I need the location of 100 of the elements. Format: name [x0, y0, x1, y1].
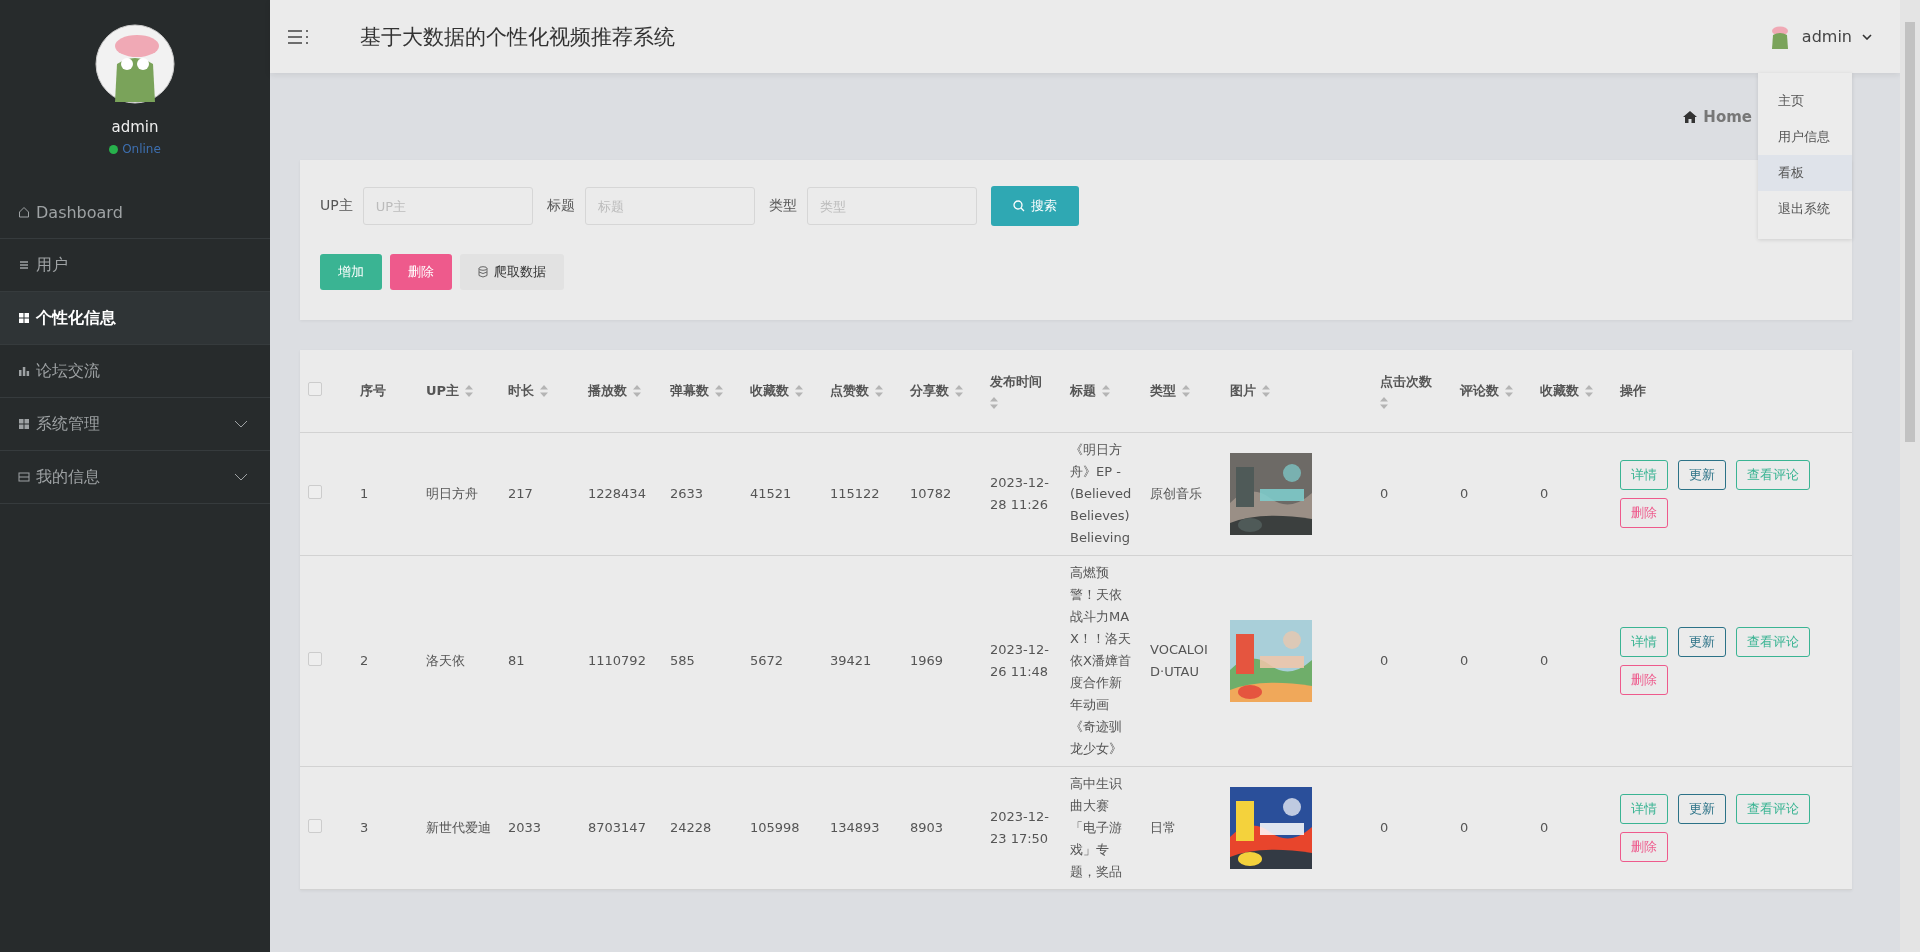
scrollbar[interactable]: [1900, 0, 1920, 952]
table-cell-text: VOCALOID·UTAU: [1150, 640, 1209, 681]
table-cell-text: 新世代爱迪: [426, 818, 492, 837]
user-menu-button[interactable]: admin: [1767, 24, 1872, 49]
table-cell-text: 日常: [1150, 818, 1177, 837]
action-button[interactable]: 更新: [1678, 793, 1726, 824]
column-header: 收藏数: [750, 381, 789, 400]
menu-item[interactable]: 用户信息: [1758, 119, 1852, 155]
column-header: 分享数: [910, 381, 949, 400]
table-cell-text: 8903: [910, 818, 945, 837]
status-text: Online: [122, 142, 161, 156]
table-cell-text: 217: [508, 484, 534, 503]
menu-item[interactable]: 退出系统: [1758, 191, 1852, 227]
table-cell-text: 明日方舟: [426, 484, 479, 503]
field-label: UP主: [320, 197, 353, 215]
user-name: admin: [111, 118, 159, 136]
sort-icon[interactable]: [1262, 384, 1270, 397]
bar-chart-icon: [18, 365, 30, 377]
home-icon: [1683, 110, 1698, 123]
sort-icon[interactable]: [1380, 396, 1388, 409]
column-header: 点击次数: [1380, 372, 1432, 391]
table-cell-text: 2023-12-26 11:48: [990, 640, 1050, 681]
table-cell-text: 原创音乐: [1150, 484, 1203, 503]
sort-icon[interactable]: [795, 384, 803, 397]
table-cell-text: 1110792: [588, 651, 647, 670]
crawl-button[interactable]: 爬取数据: [460, 254, 564, 290]
action-button[interactable]: 删除: [1620, 831, 1668, 862]
sort-icon[interactable]: [875, 384, 883, 397]
add-button[interactable]: 增加: [320, 254, 382, 290]
action-button[interactable]: 更新: [1678, 459, 1726, 490]
table-cell-text: 2023-12-28 11:26: [990, 473, 1050, 514]
table-cell-text: 0: [1540, 818, 1550, 837]
table-cell-text: 115122: [830, 484, 881, 503]
caret-icon: [1862, 33, 1872, 40]
table-cell-text: 2633: [670, 484, 705, 503]
table-cell-text: 高中生识曲大赛「电子游戏」专题，奖品: [1070, 774, 1123, 881]
column-header: 评论数: [1460, 381, 1499, 400]
sort-icon[interactable]: [990, 396, 998, 409]
table-cell-text: 81: [508, 651, 526, 670]
checkbox[interactable]: [308, 819, 322, 833]
menu-item[interactable]: 看板: [1758, 155, 1852, 191]
sort-icon[interactable]: [1182, 384, 1190, 397]
column-header: 标题: [1070, 381, 1096, 400]
list-icon: [18, 259, 30, 271]
column-header: 弹幕数: [670, 381, 709, 400]
sort-icon[interactable]: [540, 384, 548, 397]
breadcrumb-link[interactable]: Home: [1683, 107, 1752, 126]
table-cell-text: 洛天依: [426, 651, 466, 670]
table-cell-text: 0: [1460, 651, 1470, 670]
table-cell-text: 5672: [750, 651, 785, 670]
table-cell-text: 0: [1540, 484, 1550, 503]
column-header: 发布时间: [990, 372, 1042, 391]
column-header: 操作: [1620, 381, 1646, 400]
table-cell-text: 0: [1380, 818, 1390, 837]
search-button[interactable]: 搜索: [990, 186, 1079, 226]
column-header: UP主: [426, 381, 460, 400]
sort-icon[interactable]: [715, 384, 723, 397]
column-header: 播放数: [588, 381, 627, 400]
action-button[interactable]: 删除: [1620, 497, 1668, 528]
table-cell-text: 2033: [508, 818, 543, 837]
table-cell-text: 《明日方舟》EP - (Believed Believes) Believing: [1070, 440, 1133, 547]
field-label: 标题: [546, 197, 575, 215]
sort-icon[interactable]: [465, 384, 474, 397]
action-button[interactable]: 删除: [1620, 664, 1668, 695]
table-cell-text: 0: [1460, 484, 1470, 503]
column-header: 序号: [360, 381, 386, 400]
checkbox[interactable]: [308, 382, 322, 397]
table-cell-text: 2023-12-23 17:50: [990, 807, 1050, 848]
sort-icon[interactable]: [1585, 384, 1593, 397]
sort-icon[interactable]: [955, 384, 963, 397]
grid-icon: [18, 418, 30, 430]
table-cell-text: 24228: [670, 818, 713, 837]
checkbox[interactable]: [308, 485, 322, 499]
table-cell-text: 134893: [830, 818, 881, 837]
column-header: 点赞数: [830, 381, 869, 400]
table-cell-text: 0: [1380, 651, 1390, 670]
app-title: 基于大数据的个性化视频推荐系统: [360, 23, 676, 51]
table-cell-text: 8703147: [588, 818, 647, 837]
field-label: 类型: [768, 197, 797, 215]
table-cell-text: 高燃预警！天依战斗力MAX！！洛天依X潘嫜首度合作新年动画《奇迹驯龙少女》: [1070, 563, 1132, 758]
grid-icon: [18, 312, 30, 324]
sort-icon[interactable]: [1102, 384, 1110, 397]
menu-item[interactable]: 主页: [1758, 83, 1852, 119]
table-cell-text: 0: [1460, 818, 1470, 837]
table-cell-text: 1: [360, 484, 370, 503]
nav-item[interactable]: 个性化信息: [0, 292, 270, 345]
status-dot-icon: [109, 144, 119, 154]
sort-icon[interactable]: [633, 384, 641, 397]
delete-button[interactable]: 删除: [390, 254, 452, 290]
action-button[interactable]: 更新: [1678, 626, 1726, 657]
checkbox[interactable]: [308, 652, 322, 666]
table-cell-text: 1228434: [588, 484, 647, 503]
column-header: 时长: [508, 381, 534, 400]
column-header: 类型: [1150, 381, 1176, 400]
table-cell-text: 39421: [830, 651, 873, 670]
table-cell-text: 0: [1540, 651, 1550, 670]
menu-icon[interactable]: [288, 28, 308, 45]
sort-icon[interactable]: [1505, 384, 1513, 397]
home-icon: [18, 206, 30, 218]
search-icon: [1012, 200, 1025, 212]
